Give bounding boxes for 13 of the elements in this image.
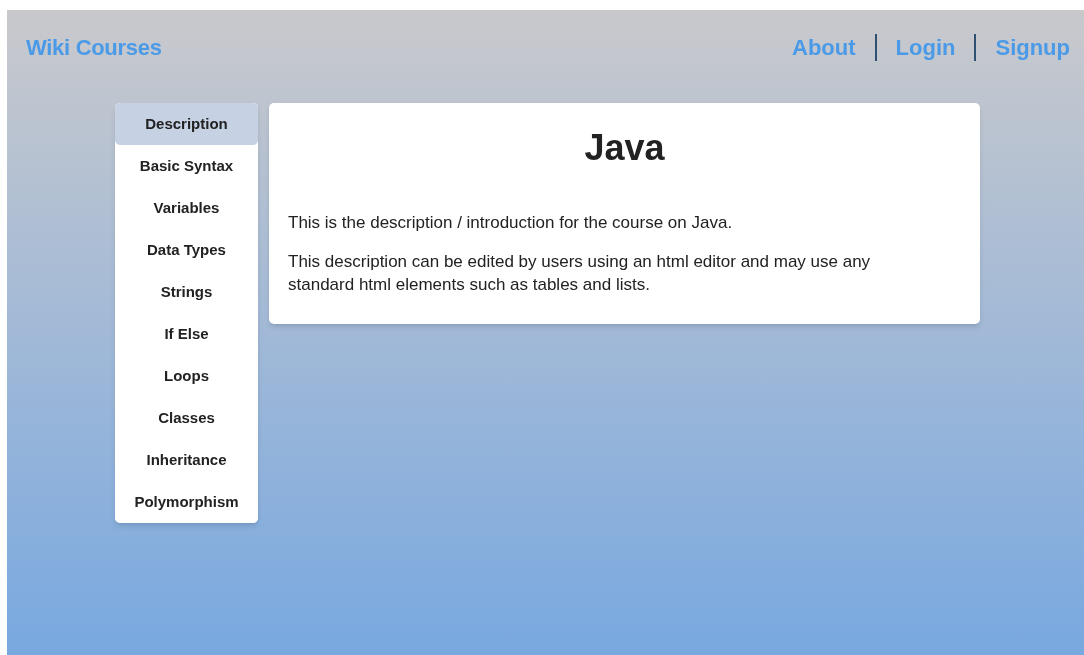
sidebar-item[interactable]: Data Types xyxy=(115,229,258,271)
sidebar-item[interactable]: If Else xyxy=(115,313,258,355)
sidebar-item[interactable]: Inheritance xyxy=(115,439,258,481)
sidebar-item[interactable]: Classes xyxy=(115,397,258,439)
description-paragraph: This is the description / introduction for the course on Java. xyxy=(288,212,734,234)
page-title: Java xyxy=(583,126,666,170)
sidebar-item[interactable]: Variables xyxy=(115,187,258,229)
sidebar-item[interactable]: Basic Syntax xyxy=(115,145,258,187)
sidebar-item[interactable]: Description xyxy=(115,103,258,145)
description-paragraph: This description can be edited by users using an html editor and may use any standard html elements such as tables and lists. xyxy=(288,251,872,296)
sidebar-item[interactable]: Polymorphism xyxy=(115,481,258,523)
sidebar-item[interactable]: Strings xyxy=(115,271,258,313)
sidebar-item[interactable]: Loops xyxy=(115,355,258,397)
